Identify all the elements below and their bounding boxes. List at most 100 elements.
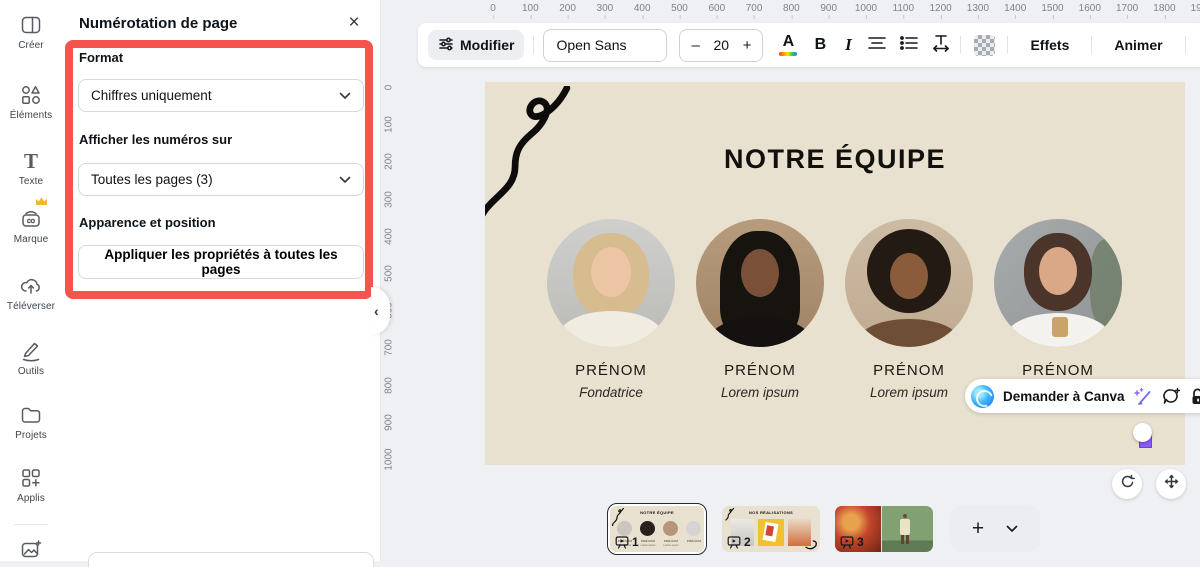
close-icon[interactable]: × (342, 11, 366, 35)
page-numbering-panel: Numérotation de page × Format Chiffres u… (62, 0, 381, 561)
rotate-icon (1120, 474, 1135, 494)
magic-write-icon[interactable] (1133, 387, 1153, 406)
thumbnail-member-name: PRÉNOM (686, 539, 702, 543)
page-number: 3 (857, 535, 864, 549)
squiggle-decoration (805, 540, 817, 550)
team-member[interactable]: PRÉNOM (983, 219, 1133, 385)
thumbnail-photo (758, 519, 784, 546)
page-options-chevron[interactable] (1006, 525, 1018, 533)
apply-all-pages-button[interactable]: Appliquer les propriétés à toutes les pa… (78, 245, 364, 279)
magic-media-icon (19, 538, 43, 562)
sliders-icon (438, 36, 454, 55)
show-on-dropdown[interactable]: Toutes les pages (3) (78, 163, 364, 196)
page-badge: 2 (727, 535, 751, 549)
thumbnail-photo (882, 506, 933, 552)
page-title-text[interactable]: NOTRE ÉQUIPE (485, 144, 1185, 175)
sidebar-item-label: Créer (18, 40, 44, 51)
upload-icon (19, 274, 43, 298)
sidebar-item-upload[interactable]: Téléverser (0, 274, 62, 312)
workspace: 0 100 200 300 400 500 600 700 800 900 1000 1100 1200… (380, 0, 1200, 561)
member-role: Lorem ipsum (720, 385, 800, 400)
transparency-button[interactable] (974, 34, 996, 56)
thumbnail-title: NOS RÉALISATIONS (748, 510, 794, 515)
apps-icon (19, 466, 43, 490)
member-role: Fondatrice (579, 385, 643, 400)
ask-canva-pill: Demander à Canva (965, 379, 1200, 413)
rainbow-color-bar (779, 52, 798, 56)
page-thumbnail-1[interactable]: NOTRE ÉQUIPE PRÉNOM PRÉNOM PRÉNOM PRÉNOM… (607, 503, 707, 555)
text-color-letter: A (782, 33, 795, 50)
ask-canva-label[interactable]: Demander à Canva (1003, 389, 1125, 404)
thumbnail-photo (617, 521, 632, 536)
team-member[interactable]: PRÉNOM Lorem ipsum (834, 219, 984, 400)
panel-bottom-partial-element (88, 552, 374, 567)
modify-button[interactable]: Modifier (428, 30, 525, 60)
member-photo (696, 219, 824, 347)
format-dropdown[interactable]: Chiffres uniquement (78, 79, 364, 112)
font-family-selector[interactable]: Open Sans (543, 28, 668, 62)
design-icon (19, 13, 43, 37)
team-member[interactable]: PRÉNOM Fondatrice (536, 219, 686, 400)
page-thumbnail-3[interactable]: 3 (835, 506, 933, 552)
comment-icon[interactable] (1162, 387, 1181, 405)
position-button[interactable]: Position (1195, 37, 1200, 53)
resize-handle[interactable] (1133, 423, 1152, 442)
chevron-down-icon (339, 88, 351, 103)
presentation-icon (840, 536, 854, 549)
thumbnail-photo (663, 521, 678, 536)
thumbnail-photo (640, 521, 655, 536)
tools-icon (19, 339, 43, 363)
chevron-down-icon (339, 172, 351, 187)
show-on-dropdown-value: Toutes les pages (3) (91, 172, 213, 187)
canva-ai-icon[interactable] (971, 384, 994, 408)
toolbar-divider (1007, 36, 1009, 54)
thumbnail-member-name: PRÉNOM (640, 539, 656, 543)
sidebar-item-text[interactable]: T Texte (0, 149, 62, 187)
sidebar-item-tools[interactable]: Outils (0, 339, 62, 377)
decrease-font-size-button[interactable]: – (691, 37, 699, 54)
format-dropdown-value: Chiffres uniquement (91, 88, 212, 103)
thumbnail-photo (686, 521, 701, 536)
sidebar-item-label: Éléments (9, 110, 53, 121)
elements-icon (19, 83, 43, 107)
rotate-button[interactable] (1112, 469, 1142, 499)
presentation-icon (615, 536, 629, 549)
animate-button[interactable]: Animer (1101, 37, 1175, 53)
sidebar-item-brand[interactable]: co Marque (0, 197, 62, 245)
page-number: 1 (632, 535, 639, 549)
thumbnail-member-role: Lorem ipsum (640, 543, 656, 547)
toolbar-divider (533, 36, 535, 54)
toolbar-divider (1091, 36, 1093, 54)
letter-spacing-button[interactable] (931, 33, 951, 57)
sidebar-item-label: Téléverser (6, 301, 56, 312)
italic-button[interactable]: I (841, 35, 855, 55)
sidebar-item-projects[interactable]: Projets (0, 403, 62, 441)
move-button[interactable] (1156, 469, 1186, 499)
effects-button[interactable]: Effets (1017, 37, 1082, 53)
page-thumbnail-2[interactable]: NOS RÉALISATIONS 2 (722, 506, 820, 552)
sidebar-item-apps[interactable]: Applis (0, 466, 62, 504)
text-align-button[interactable] (867, 34, 887, 57)
page-number: 2 (744, 535, 751, 549)
format-label: Format (79, 50, 124, 65)
show-on-label: Afficher les numéros sur (79, 132, 233, 147)
text-icon: T (23, 149, 38, 173)
sidebar-item-label: Projets (15, 430, 47, 441)
add-page-control: + (950, 505, 1040, 552)
unlock-icon[interactable] (1190, 388, 1200, 405)
sidebar-item-create[interactable]: Créer (0, 13, 62, 51)
presentation-icon (727, 536, 741, 549)
bullet-list-button[interactable] (899, 34, 919, 57)
letter-spacing-icon (931, 33, 951, 57)
bold-button[interactable]: B (811, 36, 829, 54)
member-name: PRÉNOM (724, 362, 796, 379)
sidebar-item-elements[interactable]: Éléments (0, 83, 62, 121)
font-family-value: Open Sans (556, 37, 627, 53)
team-member[interactable]: PRÉNOM Lorem ipsum (685, 219, 835, 400)
text-color-button[interactable]: A (777, 34, 799, 56)
add-page-button[interactable]: + (972, 518, 984, 539)
member-role: Lorem ipsum (869, 385, 949, 400)
increase-font-size-button[interactable]: + (743, 37, 752, 54)
canva-editor: Créer Éléments T Texte co Marque Téléver… (0, 0, 1200, 567)
member-name: PRÉNOM (575, 362, 647, 379)
